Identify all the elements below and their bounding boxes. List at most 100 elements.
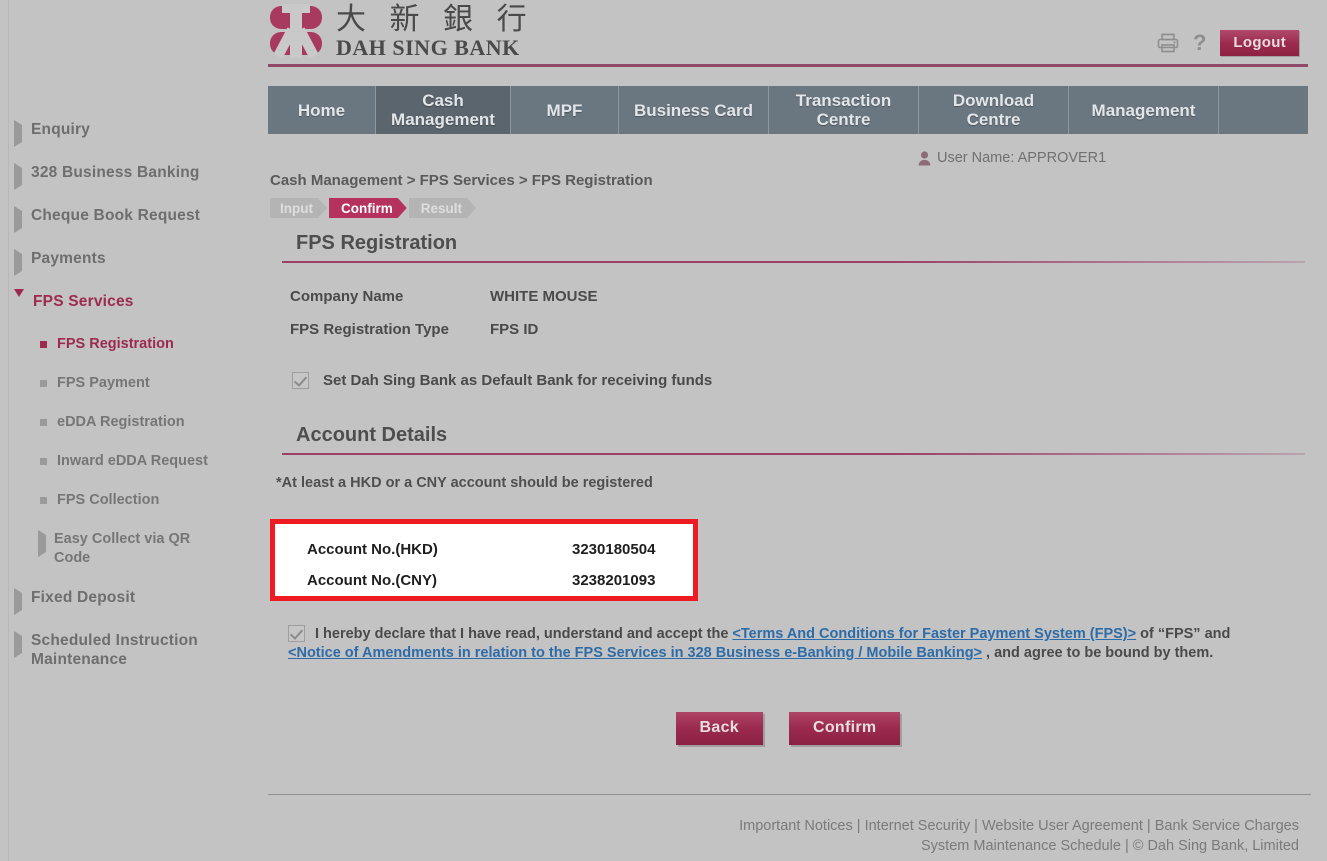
account-value: 3230180504 [572,541,656,558]
back-button[interactable]: Back [675,712,763,745]
step-indicator: Input Confirm Result [270,198,478,218]
sidebar-item-fps-services[interactable]: FPS Services [14,289,262,315]
footer-link-website-user-agreement[interactable]: Website User Agreement [982,818,1143,834]
account-details-section-header: Account Details [282,424,1305,455]
sidebar-item-label: FPS Payment [57,375,150,391]
step-result[interactable]: Result [409,198,476,218]
bank-name-chinese: 大 新 銀 行 [336,2,534,37]
footer-link-system-maintenance-schedule[interactable]: System Maintenance Schedule [921,838,1121,854]
account-row-hkd: Account No.(HKD) 3230180504 [307,541,655,558]
footer-link-bank-service-charges[interactable]: Bank Service Charges [1155,818,1299,834]
step-confirm[interactable]: Confirm [329,198,407,218]
sidebar-item-label: Cheque Book Request [31,207,201,224]
confirm-button[interactable]: Confirm [789,712,901,745]
sidebar-item-fps-registration[interactable]: FPS Registration [40,335,262,354]
user-name-display: User Name: APPROVER1 [918,150,1106,166]
default-bank-label: Set Dah Sing Bank as Default Bank for re… [323,372,713,389]
declaration-text-3: , and agree to be bound by them. [982,645,1214,661]
action-buttons: Back Confirm [268,712,1308,745]
sidebar-item-label: Easy Collect via QR Code [54,531,191,566]
chevron-right-icon [14,588,22,615]
sidebar-item-label: FPS Collection [57,492,160,508]
tab-business-card[interactable]: Business Card [619,86,769,134]
field-label: Company Name [290,288,404,305]
page-header: 大 新 銀 行 DAH SING BANK ? Logout [268,0,1313,68]
chevron-right-icon [14,249,22,276]
bullet-square-icon [40,458,47,465]
account-numbers-highlight-box: Account No.(HKD) 3230180504 Account No.(… [270,519,698,601]
footer-copyright: © Dah Sing Bank, Limited [1132,838,1299,854]
chevron-down-icon [14,289,24,315]
tab-transaction-centre[interactable]: Transaction Centre [769,86,919,134]
section-title: FPS Registration [296,232,458,254]
sidebar-item-fps-collection[interactable]: FPS Collection [40,491,262,510]
default-bank-checkbox[interactable] [292,372,309,389]
sidebar-item-payments[interactable]: Payments [14,249,262,276]
sidebar-item-label: Fixed Deposit [31,589,136,606]
footer-divider [268,794,1311,795]
terms-and-conditions-link[interactable]: <Terms And Conditions for Faster Payment… [732,626,1136,642]
main-column: 大 新 銀 行 DAH SING BANK ? Logout Home Cash… [268,0,1313,854]
printer-icon[interactable] [1157,33,1179,53]
footer: Important Notices | Internet Security | … [739,816,1299,856]
footer-line-1: Important Notices | Internet Security | … [739,816,1299,836]
notice-of-amendments-link[interactable]: <Notice of Amendments in relation to the… [288,645,982,661]
chevron-right-icon [38,530,46,557]
sidebar-item-edda-registration[interactable]: eDDA Registration [40,413,262,432]
section-divider [282,261,1305,263]
sidebar-item-fps-payment[interactable]: FPS Payment [40,374,262,393]
footer-link-important-notices[interactable]: Important Notices [739,818,853,834]
bullet-square-icon [40,497,47,504]
breadcrumb: Cash Management > FPS Services > FPS Reg… [270,172,653,189]
logout-button[interactable]: Logout [1220,30,1299,56]
section-title: Account Details [296,424,448,446]
default-bank-checkbox-row: Set Dah Sing Bank as Default Bank for re… [292,372,712,389]
sidebar-item-enquiry[interactable]: Enquiry [14,120,262,147]
header-divider [268,64,1308,67]
section-divider [282,453,1305,455]
sidebar-item-label: FPS Registration [57,336,174,352]
sidebar-item-label: Scheduled Instruction Maintenance [31,632,198,668]
sidebar-item-cheque-book-request[interactable]: Cheque Book Request [14,206,262,233]
field-value: WHITE MOUSE [490,288,598,305]
sidebar-item-label: 328 Business Banking [31,164,200,181]
account-row-cny: Account No.(CNY) 3238201093 [307,572,655,589]
tab-mpf[interactable]: MPF [511,86,619,134]
field-value: FPS ID [490,321,539,338]
declaration-block: I hereby declare that I have read, under… [288,624,1248,663]
field-fps-registration-type: FPS Registration Type FPS ID [290,321,538,338]
step-input[interactable]: Input [270,198,327,218]
bank-logo[interactable]: 大 新 銀 行 DAH SING BANK [268,4,534,60]
sidebar-item-fixed-deposit[interactable]: Fixed Deposit [14,588,262,615]
chevron-right-icon [14,206,22,233]
fps-registration-section-header: FPS Registration [282,232,1305,263]
footer-separator: | [852,818,865,834]
bank-name-english: DAH SING BANK [336,35,520,60]
chevron-right-icon [14,163,22,190]
footer-link-internet-security[interactable]: Internet Security [865,818,971,834]
declaration-checkbox[interactable] [288,624,305,642]
sidebar-item-scheduled-instruction-maintenance[interactable]: Scheduled Instruction Maintenance [14,631,262,669]
dah-sing-bank-logo-icon [268,4,324,59]
tab-management[interactable]: Management [1069,86,1219,134]
tab-download-centre[interactable]: Download Centre [919,86,1069,134]
footer-separator: | [1120,838,1133,854]
user-icon [918,150,931,165]
declaration-text-2: of “FPS” and [1136,626,1231,642]
account-value: 3238201093 [572,572,656,589]
sidebar-item-easy-collect-via-qr-code[interactable]: Easy Collect via QR Code [38,530,262,568]
tab-home[interactable]: Home [268,86,376,134]
left-rail-divider [8,0,9,861]
account-requirement-note: *At least a HKD or a CNY account should … [276,475,653,491]
header-tools: ? Logout [1157,30,1299,56]
user-name-label: User Name: APPROVER1 [937,150,1107,166]
bank-logo-text: 大 新 銀 行 DAH SING BANK [336,4,534,60]
help-icon[interactable]: ? [1193,32,1206,54]
sidebar-item-inward-edda-request[interactable]: Inward eDDA Request [40,452,262,471]
chevron-right-icon [14,120,22,147]
tab-cash-management[interactable]: Cash Management [376,86,511,134]
footer-separator: | [1142,818,1155,834]
sidebar-item-label: Payments [31,250,106,267]
sidebar: Enquiry 328 Business Banking Cheque Book… [14,120,262,689]
sidebar-item-328-business-banking[interactable]: 328 Business Banking [14,163,262,190]
